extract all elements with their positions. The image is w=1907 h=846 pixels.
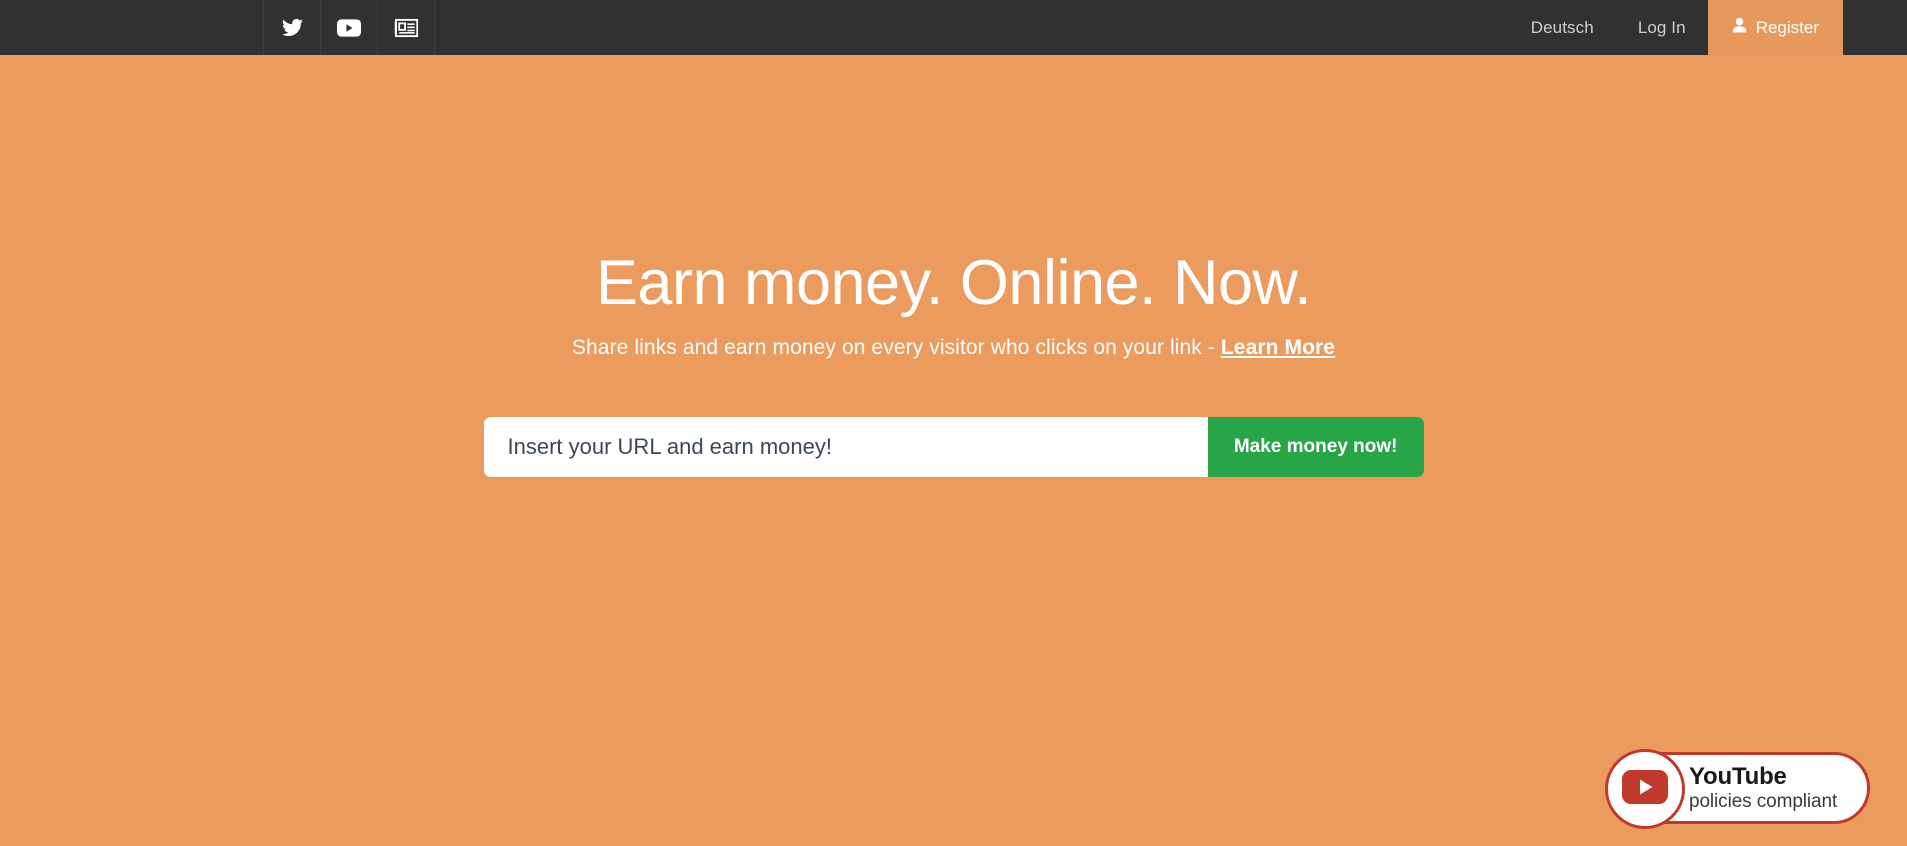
newspaper-icon <box>394 18 418 38</box>
top-navbar: Deutsch Log In Register <box>0 0 1907 55</box>
nav-icon-twitter[interactable] <box>263 0 321 55</box>
hero-subtitle-text: Share links and earn money on every visi… <box>571 335 1221 359</box>
user-icon <box>1732 17 1747 38</box>
url-shortener-form: Make money now! <box>483 416 1424 477</box>
nav-icon-youtube[interactable] <box>320 0 378 55</box>
login-link[interactable]: Log In <box>1616 0 1708 55</box>
youtube-badge-subtitle: policies compliant <box>1689 790 1838 812</box>
make-money-button[interactable]: Make money now! <box>1207 416 1424 477</box>
twitter-icon <box>281 17 303 38</box>
navbar-right-links: Deutsch Log In Register <box>1509 0 1843 55</box>
youtube-compliance-badge[interactable]: YouTube policies compliant <box>1605 749 1871 829</box>
hero-subtitle: Share links and earn money on every visi… <box>0 336 1907 360</box>
youtube-badge-icon-circle <box>1605 749 1685 829</box>
learn-more-link[interactable]: Learn More <box>1221 336 1335 359</box>
language-switcher-link[interactable]: Deutsch <box>1509 0 1616 55</box>
hero-section: Earn money. Online. Now. Share links and… <box>0 55 1907 846</box>
navbar-spacer <box>435 0 1509 55</box>
navbar-social-icons <box>263 0 435 55</box>
youtube-icon <box>337 18 361 37</box>
register-button[interactable]: Register <box>1707 0 1843 55</box>
url-input[interactable] <box>483 416 1208 477</box>
register-label: Register <box>1755 17 1819 37</box>
youtube-badge-text: YouTube policies compliant <box>1689 762 1838 812</box>
youtube-badge-title: YouTube <box>1689 762 1787 790</box>
navbar-left-spacer <box>0 0 264 55</box>
navbar-right-spacer <box>1843 0 1907 55</box>
page-title: Earn money. Online. Now. <box>595 248 1312 318</box>
nav-icon-news[interactable] <box>377 0 435 55</box>
youtube-play-icon <box>1622 769 1668 809</box>
